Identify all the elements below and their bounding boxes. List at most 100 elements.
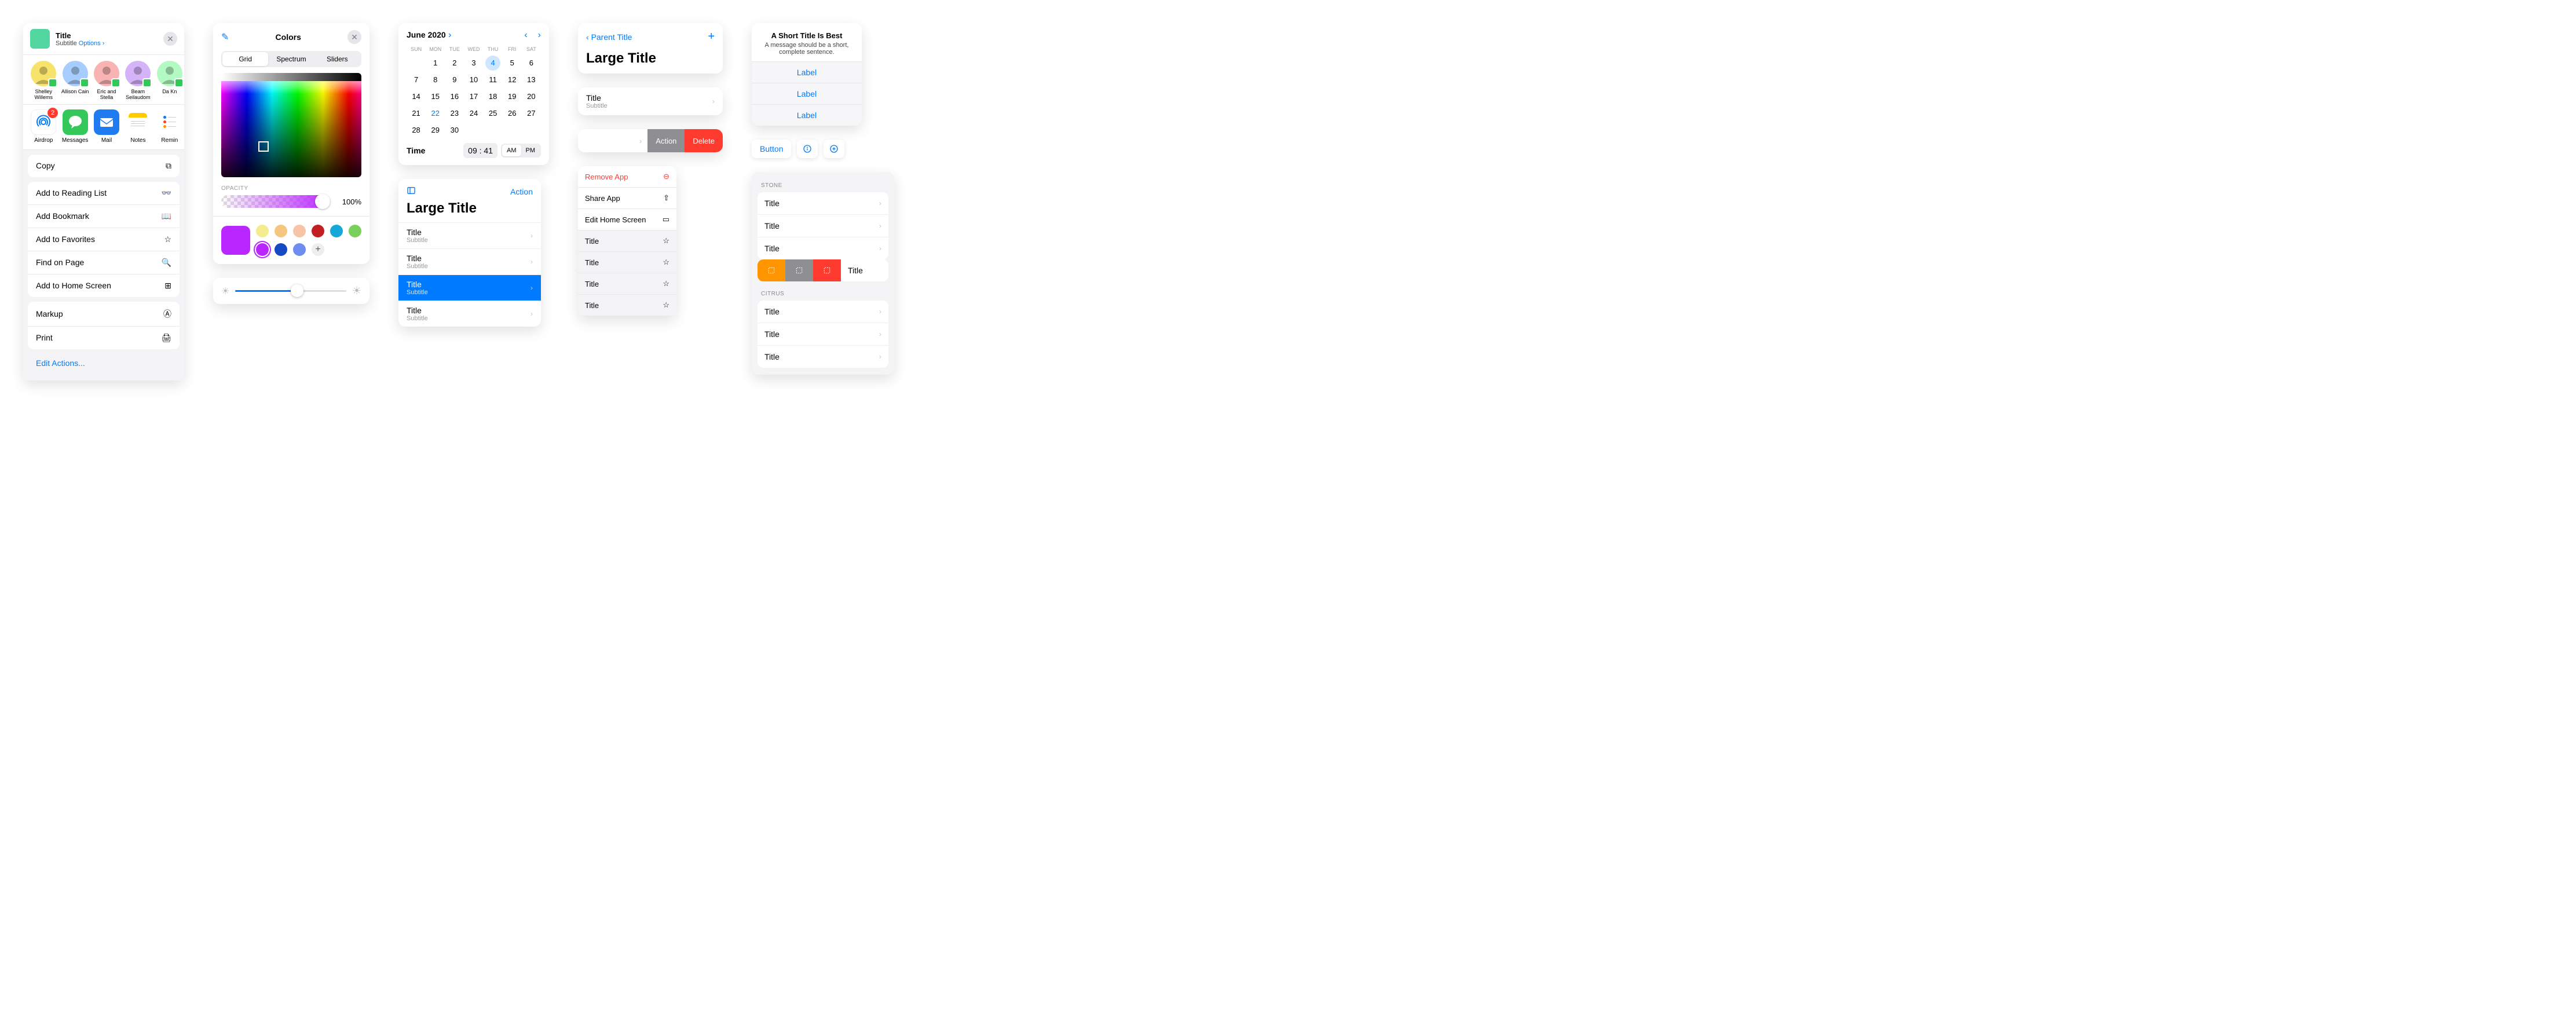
person[interactable]: Shelley Willems	[29, 61, 58, 101]
person[interactable]: Da Kn	[155, 61, 184, 101]
calendar-day[interactable]: 18	[484, 88, 503, 105]
context-menu-item[interactable]: Title☆	[578, 273, 676, 295]
calendar-day[interactable]: 23	[445, 105, 464, 122]
list-row[interactable]: Title›	[758, 346, 888, 368]
calendar-day[interactable]: 21	[407, 105, 426, 122]
calendar-prev-button[interactable]: ‹	[524, 30, 527, 41]
calendar-day[interactable]: 8	[426, 71, 445, 88]
picker-tab[interactable]: Sliders	[314, 52, 360, 66]
swipe-cell[interactable]: ›	[578, 129, 647, 152]
action-item[interactable]: Add to Favorites☆	[28, 228, 180, 251]
add-button[interactable]: +	[708, 30, 715, 43]
calendar-day[interactable]: 6	[522, 54, 541, 71]
list-row[interactable]: TitleSubtitle›	[398, 222, 541, 248]
calendar-day[interactable]: 2	[445, 54, 464, 71]
am-option[interactable]: AM	[502, 145, 521, 156]
action-item[interactable]: Add to Home Screen⊞	[28, 274, 180, 297]
action-item[interactable]: MarkupⒶ	[28, 302, 180, 327]
calendar-day[interactable]: 3	[464, 54, 483, 71]
list-row[interactable]: Title›	[758, 192, 888, 215]
list-row[interactable]: Title›	[758, 301, 888, 323]
swipe-action-red[interactable]	[813, 259, 841, 281]
button[interactable]: Button	[752, 140, 791, 158]
swipe-action-button[interactable]: Action	[647, 129, 685, 152]
app[interactable]: Notes	[123, 109, 152, 144]
info-button[interactable]	[797, 140, 818, 158]
action-item[interactable]: Print🖨	[28, 327, 180, 349]
alert-button[interactable]: Label	[752, 61, 862, 83]
list-row[interactable]: Title›	[758, 237, 888, 259]
app[interactable]: Remin	[155, 109, 184, 144]
picker-tab[interactable]: Spectrum	[268, 52, 314, 66]
back-button[interactable]: ‹ Parent Title	[586, 32, 632, 42]
swipe-action-gray[interactable]	[785, 259, 813, 281]
swipe-row-title[interactable]: Title	[841, 259, 888, 281]
calendar-day[interactable]: 24	[464, 105, 483, 122]
action-item[interactable]: Add Bookmark📖	[28, 205, 180, 228]
eyedropper-icon[interactable]: ✎	[221, 31, 229, 43]
color-swatch[interactable]	[256, 243, 269, 256]
calendar-day[interactable]: 9	[445, 71, 464, 88]
color-swatch[interactable]	[293, 225, 306, 237]
action-link[interactable]: Action	[510, 187, 533, 196]
calendar-day[interactable]: 7	[407, 71, 426, 88]
ampm-toggle[interactable]: AM PM	[501, 144, 541, 158]
opacity-slider[interactable]	[221, 195, 330, 208]
list-row[interactable]: TitleSubtitle›	[398, 301, 541, 327]
picker-close-button[interactable]: ✕	[347, 30, 361, 44]
app[interactable]: 2Airdrop	[29, 109, 58, 144]
color-swatch[interactable]	[312, 225, 324, 237]
color-swatch[interactable]	[275, 243, 287, 256]
calendar-day[interactable]: 4	[484, 54, 503, 71]
calendar-day[interactable]: 13	[522, 71, 541, 88]
brightness-thumb[interactable]	[291, 284, 303, 297]
opacity-thumb[interactable]	[315, 194, 330, 209]
context-menu-item[interactable]: Title☆	[578, 230, 676, 252]
person[interactable]: Beam Seilaudom	[123, 61, 152, 101]
calendar-day[interactable]: 14	[407, 88, 426, 105]
alert-button[interactable]: Label	[752, 104, 862, 126]
time-value[interactable]: 09 : 41	[463, 143, 497, 158]
context-menu-item[interactable]: Edit Home Screen▭	[578, 209, 676, 230]
swipe-delete-button[interactable]: Delete	[685, 129, 723, 152]
calendar-day[interactable]: 22	[426, 105, 445, 122]
edit-actions-link[interactable]: Edit Actions...	[28, 354, 180, 376]
calendar-day[interactable]: 5	[503, 54, 522, 71]
context-menu-item[interactable]: Share App⇧	[578, 188, 676, 209]
alert-button[interactable]: Label	[752, 83, 862, 104]
calendar-day[interactable]: 16	[445, 88, 464, 105]
calendar-day[interactable]: 27	[522, 105, 541, 122]
action-item[interactable]: Add to Reading List👓	[28, 182, 180, 205]
pm-option[interactable]: PM	[521, 145, 540, 156]
context-menu-item[interactable]: Title☆	[578, 295, 676, 316]
list-row[interactable]: TitleSubtitle›	[398, 274, 541, 301]
calendar-day[interactable]: 17	[464, 88, 483, 105]
list-row[interactable]: TitleSubtitle›	[398, 248, 541, 274]
calendar-day[interactable]: 11	[484, 71, 503, 88]
options-link[interactable]: Options ›	[79, 40, 105, 47]
swipe-action-orange[interactable]	[758, 259, 785, 281]
list-row[interactable]: Title›	[758, 215, 888, 237]
calendar-next-button[interactable]: ›	[538, 30, 541, 41]
color-swatch[interactable]	[275, 225, 287, 237]
action-item[interactable]: Find on Page🔍	[28, 251, 180, 274]
add-swatch-button[interactable]: +	[312, 243, 324, 256]
calendar-day[interactable]: 30	[445, 122, 464, 138]
person[interactable]: Eric and Stella	[92, 61, 121, 101]
app[interactable]: Mail	[92, 109, 121, 144]
calendar-month[interactable]: June 2020 ›	[407, 30, 452, 41]
context-menu-item[interactable]: Remove App⊖	[578, 166, 676, 188]
picker-tab[interactable]: Grid	[222, 52, 268, 66]
nav-row[interactable]: Title Subtitle ›	[578, 87, 723, 115]
app[interactable]: Messages	[60, 109, 89, 144]
calendar-day[interactable]: 10	[464, 71, 483, 88]
sidebar-toggle-icon[interactable]	[407, 186, 416, 197]
calendar-day[interactable]: 25	[484, 105, 503, 122]
copy-action[interactable]: Copy⧉	[28, 155, 180, 177]
add-circle-button[interactable]	[824, 140, 844, 158]
calendar-day[interactable]: 15	[426, 88, 445, 105]
calendar-day[interactable]: 28	[407, 122, 426, 138]
calendar-day[interactable]: 29	[426, 122, 445, 138]
color-grid[interactable]	[221, 73, 361, 177]
color-swatch[interactable]	[349, 225, 361, 237]
